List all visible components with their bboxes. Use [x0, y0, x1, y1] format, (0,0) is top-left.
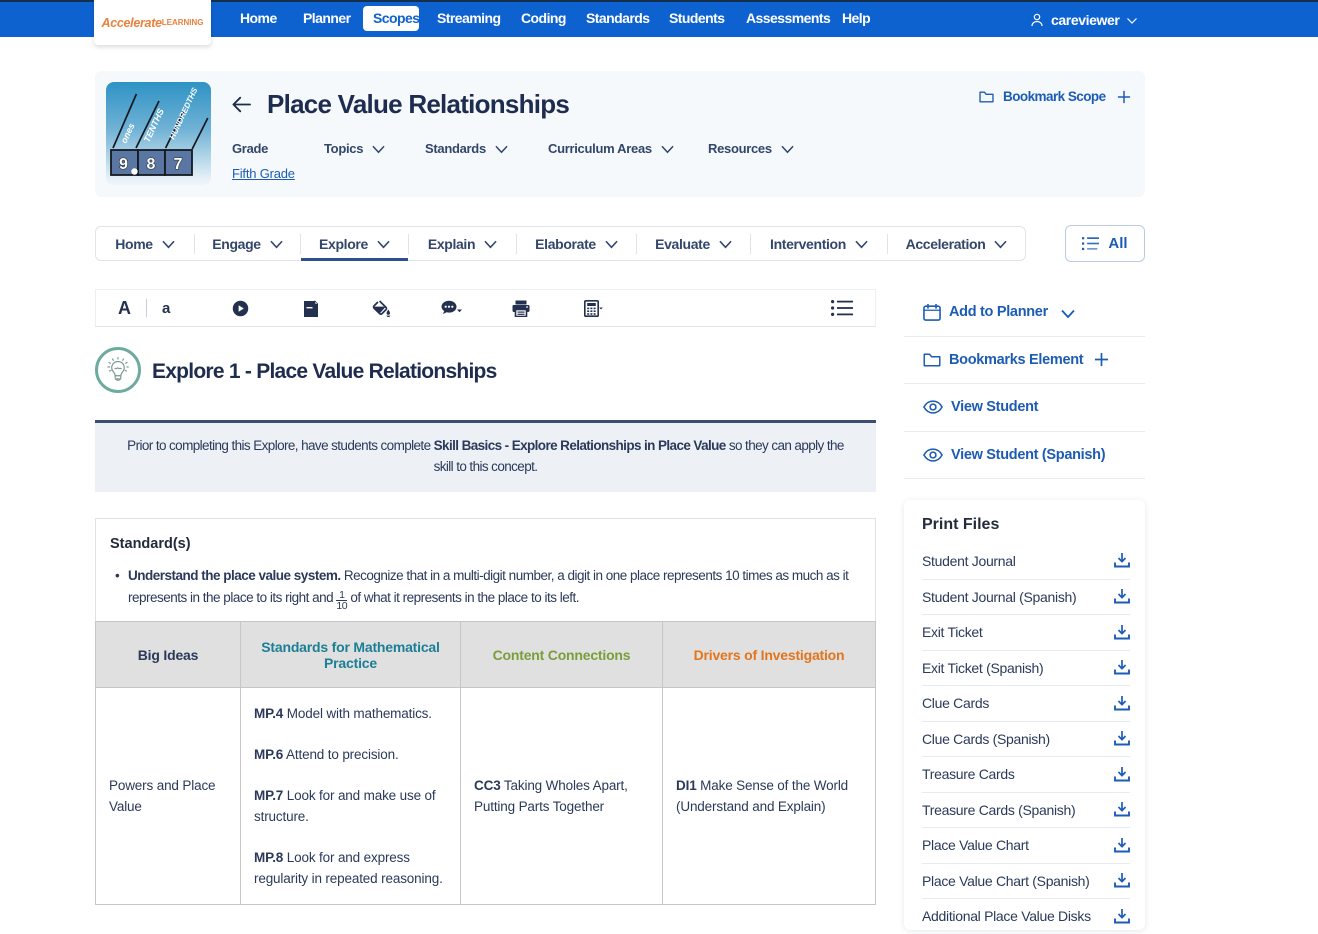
svg-text:8: 8 — [147, 156, 156, 173]
svg-text:9: 9 — [119, 156, 128, 173]
svg-text:7: 7 — [174, 156, 183, 173]
